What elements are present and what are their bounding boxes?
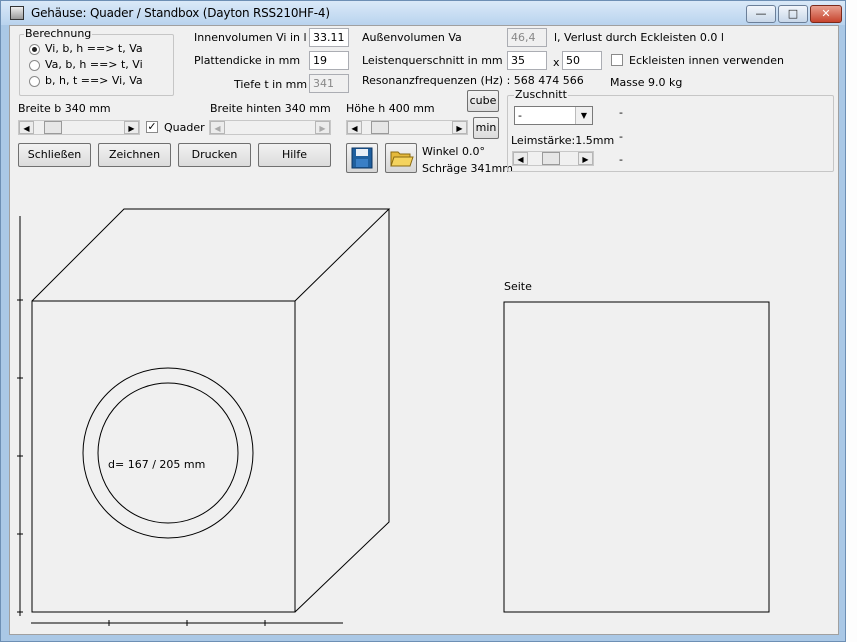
front-face	[31, 300, 296, 613]
title-bar: Gehäuse: Quader / Standbox (Dayton RSS21…	[1, 1, 845, 25]
side-face	[294, 209, 390, 613]
side-view-rect	[503, 301, 770, 613]
close-button[interactable]: ✕	[810, 5, 842, 23]
driver-inner-circle	[97, 382, 239, 524]
box-drawing	[17, 208, 770, 626]
top-face	[31, 208, 391, 302]
seite-label: Seite	[504, 280, 532, 293]
diameter-text: d= 167 / 205 mm	[108, 458, 206, 471]
driver-outer-circle	[82, 367, 254, 539]
minimize-button[interactable]: —	[746, 5, 776, 23]
maximize-button[interactable]: □	[778, 5, 808, 23]
client-area: Berechnung Vi, b, h ==> t, Va Va, b, h =…	[9, 25, 839, 635]
background-window-edge	[846, 0, 857, 642]
housing-window: Gehäuse: Quader / Standbox (Dayton RSS21…	[0, 0, 846, 642]
window-title: Gehäuse: Quader / Standbox (Dayton RSS21…	[31, 6, 330, 20]
app-icon	[10, 6, 24, 20]
